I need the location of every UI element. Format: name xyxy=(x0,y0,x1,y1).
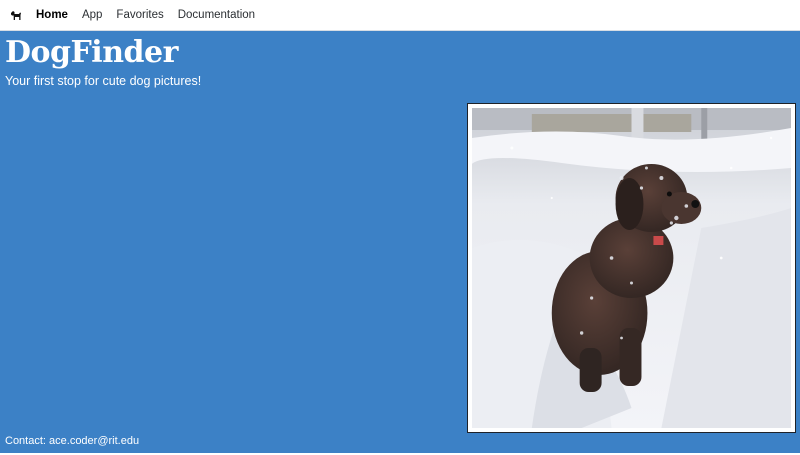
nav-documentation[interactable]: Documentation xyxy=(171,0,262,31)
hero-section: DogFinder Your first stop for cute dog p… xyxy=(0,31,800,453)
brand-logo-link[interactable] xyxy=(3,0,29,31)
page-title: DogFinder xyxy=(5,35,178,70)
contact-text: Contact: ace.coder@rit.edu xyxy=(5,435,140,447)
nav-home[interactable]: Home xyxy=(29,0,75,31)
top-navbar: Home App Favorites Documentation xyxy=(0,0,800,31)
tagline: Your first stop for cute dog pictures! xyxy=(5,74,202,88)
nav-favorites[interactable]: Favorites xyxy=(109,0,170,31)
dog-icon xyxy=(11,10,21,20)
nav-app[interactable]: App xyxy=(75,0,109,31)
dog-photo xyxy=(472,108,791,428)
dog-photo-frame xyxy=(467,103,796,433)
